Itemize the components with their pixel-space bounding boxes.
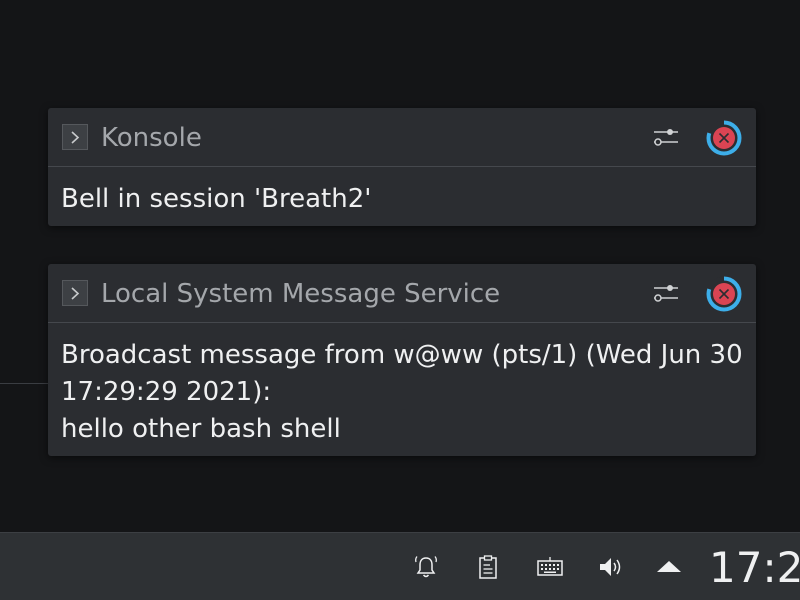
notification-close-button[interactable] bbox=[705, 275, 743, 313]
close-icon bbox=[706, 120, 742, 156]
tray-notifications-button[interactable] bbox=[412, 553, 440, 581]
notification-popup[interactable]: Local System Message Service Broadcast m… bbox=[48, 264, 756, 456]
close-icon bbox=[706, 276, 742, 312]
desktop: Konsole Bell in session 'Breath2' Local … bbox=[0, 0, 800, 600]
tray-keyboard-button[interactable] bbox=[536, 553, 564, 581]
notification-popup[interactable]: Konsole Bell in session 'Breath2' bbox=[48, 108, 756, 226]
terminal-icon bbox=[62, 280, 88, 306]
notification-body-line: Broadcast message from w@ww (pts/1) (Wed… bbox=[61, 340, 743, 370]
bell-icon bbox=[415, 556, 437, 578]
notification-app-name: Konsole bbox=[101, 123, 202, 153]
clipboard-icon bbox=[479, 555, 497, 579]
notification-body-line: 17:29:29 2021): bbox=[61, 377, 272, 407]
taskbar: 17:29 bbox=[0, 532, 800, 600]
expand-arrow-icon bbox=[657, 561, 681, 572]
tray-volume-button[interactable] bbox=[597, 553, 625, 581]
notification-body-line: hello other bash shell bbox=[61, 414, 341, 444]
tray-expand-button[interactable] bbox=[655, 553, 683, 581]
sliders-icon bbox=[654, 285, 678, 302]
notification-header: Local System Message Service bbox=[48, 264, 756, 323]
notification-body-line: Bell in session 'Breath2' bbox=[61, 184, 372, 214]
notification-body: Bell in session 'Breath2' bbox=[48, 167, 756, 218]
terminal-icon bbox=[62, 124, 88, 150]
notification-body: Broadcast message from w@ww (pts/1) (Wed… bbox=[48, 323, 756, 448]
keyboard-icon bbox=[537, 557, 563, 576]
tray-clipboard-button[interactable] bbox=[474, 553, 502, 581]
digital-clock[interactable]: 17:29 bbox=[709, 533, 800, 600]
notification-settings-button[interactable] bbox=[652, 280, 680, 306]
notification-header: Konsole bbox=[48, 108, 756, 167]
volume-icon bbox=[600, 558, 621, 576]
notification-close-button[interactable] bbox=[705, 119, 743, 157]
background-window-edge bbox=[0, 383, 48, 384]
notification-app-name: Local System Message Service bbox=[101, 279, 501, 309]
notification-settings-button[interactable] bbox=[652, 124, 680, 150]
sliders-icon bbox=[654, 129, 678, 146]
